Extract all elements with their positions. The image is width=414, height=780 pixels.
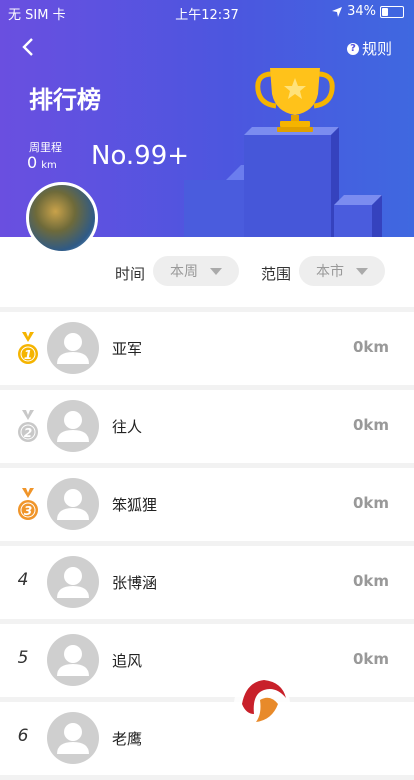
bronze-medal-icon: 3: [18, 488, 38, 520]
avatar: [47, 400, 99, 452]
default-avatar-icon: [57, 333, 89, 364]
user-name: 往人: [112, 418, 143, 436]
user-distance: 0km: [352, 494, 389, 512]
default-avatar-icon: [57, 567, 89, 598]
default-avatar-icon: [57, 411, 89, 442]
rank-number: 4: [17, 570, 29, 590]
range-filter-select[interactable]: 本市: [299, 256, 385, 286]
svg-text:2: 2: [24, 426, 32, 440]
avatar: [47, 712, 99, 764]
rank-number: 5: [17, 648, 29, 668]
dropdown-arrow-icon: [210, 267, 222, 275]
battery-percent: 34%: [347, 4, 376, 19]
avatar: [47, 478, 99, 530]
list-item[interactable]: 3 笨狐狸 0km: [0, 468, 414, 541]
range-filter-label: 范围: [261, 265, 292, 283]
week-distance-value: 0 km: [27, 153, 57, 172]
page-title: 排行榜: [29, 86, 101, 114]
list-item[interactable]: 2 往人 0km: [0, 390, 414, 463]
status-right: 34%: [331, 4, 404, 19]
user-name: 追风: [112, 652, 143, 670]
list-item[interactable]: 1 亚军 0km: [0, 312, 414, 385]
user-name: 亚军: [112, 340, 143, 358]
my-rank: No.99+: [91, 141, 190, 171]
watermark-logo: [234, 676, 290, 732]
trophy-podium-illustration: [184, 68, 382, 237]
rules-label: 规则: [361, 40, 392, 58]
user-name: 张博涵: [112, 574, 158, 592]
gold-medal-icon: 1: [18, 332, 38, 364]
back-button[interactable]: [18, 36, 40, 58]
user-name: 老鹰: [112, 730, 143, 748]
rules-link[interactable]: ? 规则: [346, 38, 392, 59]
rank-number: 6: [17, 726, 29, 746]
battery-icon: [380, 5, 404, 18]
avatar: [47, 634, 99, 686]
default-avatar-icon: [57, 645, 89, 676]
avatar: [47, 322, 99, 374]
dropdown-arrow-icon: [356, 267, 368, 275]
user-distance: 0km: [352, 572, 389, 590]
trophy-icon: [255, 68, 335, 132]
time-filter-select[interactable]: 本周: [153, 256, 239, 286]
user-distance: 0km: [352, 416, 389, 434]
list-item[interactable]: 4 张博涵 0km: [0, 546, 414, 619]
silver-medal-icon: 2: [18, 410, 38, 442]
avatar: [47, 556, 99, 608]
time-filter-label: 时间: [115, 265, 146, 283]
svg-text:1: 1: [24, 348, 32, 362]
location-arrow-icon: [332, 6, 343, 17]
user-avatar[interactable]: [26, 182, 98, 254]
svg-text:3: 3: [24, 504, 32, 518]
help-icon: ?: [346, 42, 359, 55]
default-avatar-icon: [57, 723, 89, 754]
status-bar: 无 SIM 卡 上午12:37 34%: [0, 0, 414, 24]
default-avatar-icon: [57, 489, 89, 520]
user-name: 笨狐狸: [112, 496, 158, 514]
time-filter-value: 本周: [170, 264, 198, 280]
user-distance: 0km: [352, 338, 389, 356]
range-filter-value: 本市: [316, 264, 344, 280]
